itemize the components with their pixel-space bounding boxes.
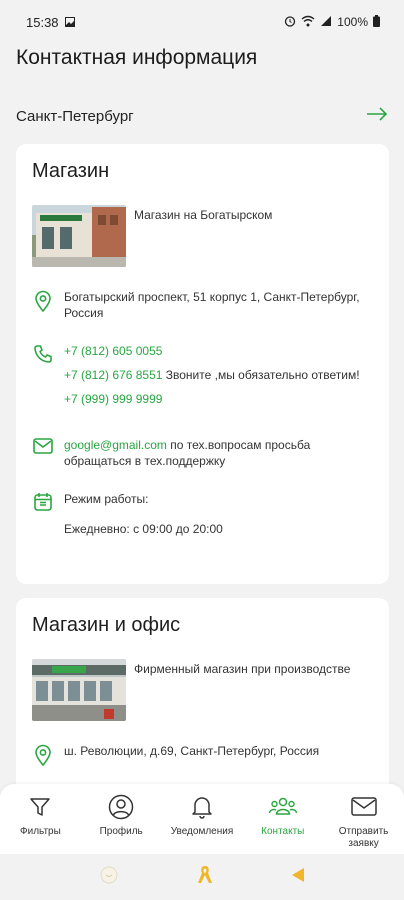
mail-icon <box>350 792 378 822</box>
phone-line[interactable]: +7 (812) 605 0055 <box>64 343 360 359</box>
nav-label: Фильтры <box>20 826 61 837</box>
page-title: Контактная информация <box>16 46 258 69</box>
nav-filters[interactable]: Фильтры <box>1 792 79 854</box>
mail-icon <box>32 437 54 461</box>
system-home-icon[interactable] <box>98 864 120 891</box>
arrow-right-icon[interactable] <box>366 106 388 126</box>
location-pin-icon <box>32 289 54 313</box>
city-name: Санкт-Петербург <box>16 107 134 125</box>
back-icon[interactable] <box>290 866 306 889</box>
wifi-icon <box>301 15 315 30</box>
calendar-icon <box>32 491 54 515</box>
phone-line[interactable]: +7 (999) 999 9999 <box>64 391 360 407</box>
nav-label: Отправить заявку <box>338 826 389 849</box>
store-photo <box>32 205 126 267</box>
store-card: Магазин и офис Фирменный магазин при про… <box>16 598 389 798</box>
address-text: Богатырский проспект, 51 корпус 1, Санкт… <box>64 290 360 320</box>
store-description: Магазин на Богатырском <box>134 208 273 222</box>
email-row[interactable]: google@gmail.com по тех.вопросам просьба… <box>32 437 373 469</box>
nav-label: Уведомления <box>170 826 234 837</box>
phone-number[interactable]: +7 (999) 999 9999 <box>64 392 162 406</box>
phone-line[interactable]: +7 (812) 676 8551 Звоните ,мы обязательн… <box>64 367 360 383</box>
status-time: 15:38 <box>26 14 59 30</box>
store-info[interactable]: Фирменный магазин при производстве <box>32 659 373 721</box>
profile-icon <box>108 792 134 822</box>
store-title: Магазин <box>32 160 110 182</box>
awareness-ribbon-icon[interactable] <box>196 864 214 891</box>
phone-number[interactable]: +7 (812) 605 0055 <box>64 344 162 358</box>
store-photo <box>32 659 126 721</box>
alarm-icon <box>284 15 296 30</box>
store-title: Магазин и офис <box>32 614 181 636</box>
address-row[interactable]: ш. Революции, д.69, Санкт-Петербург, Рос… <box>32 743 373 767</box>
status-bar: 15:38 100% <box>0 0 404 44</box>
nav-contacts[interactable]: Контакты <box>244 792 322 854</box>
store-description: Фирменный магазин при производстве <box>134 662 351 676</box>
filter-icon <box>28 792 52 822</box>
email-link[interactable]: google@gmail.com <box>64 438 167 452</box>
nav-label: Контакты <box>261 826 305 837</box>
nav-label: Профиль <box>99 826 143 837</box>
system-navigation-bar <box>0 854 404 900</box>
battery-percent: 100% <box>337 15 368 29</box>
hours-label: Режим работы: <box>64 492 149 506</box>
phones-row: +7 (812) 605 0055 +7 (812) 676 8551 Звон… <box>32 343 373 415</box>
hours-text: Ежедневно: с 09:00 до 20:00 <box>64 522 223 536</box>
contacts-icon <box>268 792 298 822</box>
nav-profile[interactable]: Профиль <box>82 792 160 854</box>
phone-number[interactable]: +7 (812) 676 8551 <box>64 368 162 382</box>
battery-icon <box>373 14 380 30</box>
address-row[interactable]: Богатырский проспект, 51 корпус 1, Санкт… <box>32 289 373 321</box>
signal-icon <box>320 15 332 30</box>
hours-row: Режим работы: Ежедневно: с 09:00 до 20:0… <box>32 491 373 537</box>
phone-note: Звоните ,мы обязательно ответим! <box>162 368 360 382</box>
address-text: ш. Революции, д.69, Санкт-Петербург, Рос… <box>64 744 320 758</box>
store-info[interactable]: Магазин на Богатырском <box>32 205 373 267</box>
phone-icon <box>32 343 54 367</box>
store-card: Магазин Магазин на Богатырском Богатырск… <box>16 144 389 584</box>
city-selector[interactable]: Санкт-Петербург <box>16 102 388 130</box>
location-pin-icon <box>32 743 54 767</box>
nav-notifications[interactable]: Уведомления <box>163 792 241 854</box>
bottom-navigation: Фильтры Профиль Уведомления Контакты Отп… <box>0 784 404 854</box>
bell-icon <box>190 792 214 822</box>
nav-send-request[interactable]: Отправить заявку <box>325 792 403 854</box>
gallery-notification-icon <box>64 15 75 30</box>
